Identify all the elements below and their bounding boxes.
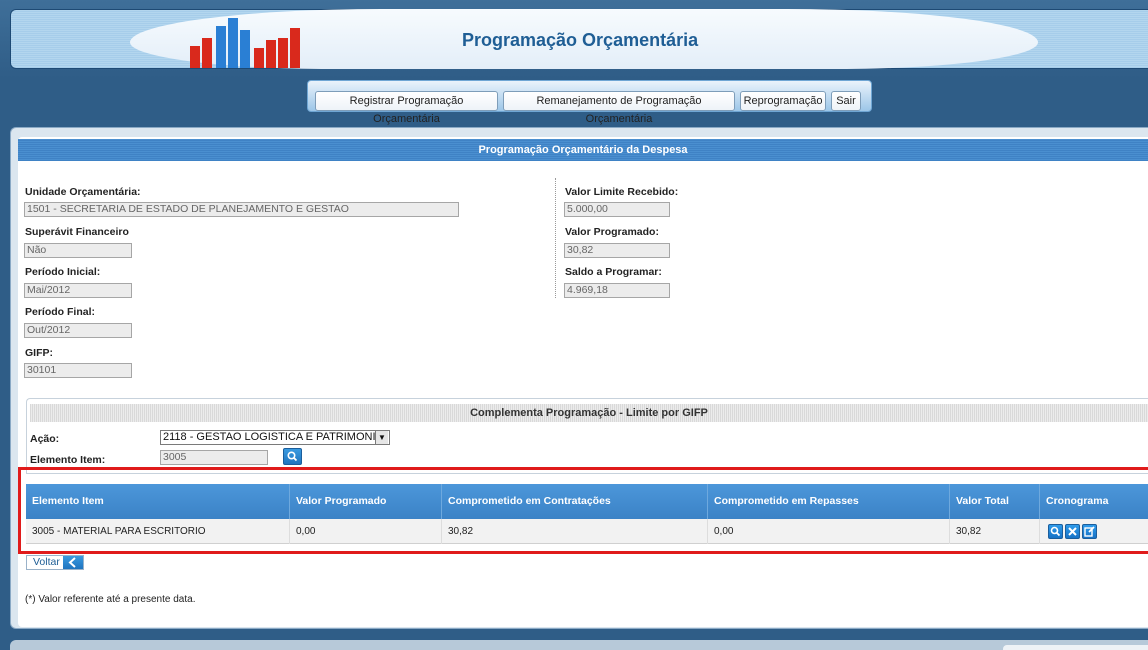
nav-reprogramacao-button[interactable]: Reprogramação: [740, 91, 826, 111]
chart-logo-icon: [190, 18, 300, 68]
periodo-final-field[interactable]: Out/2012: [24, 323, 132, 338]
nav-remanejamento-button[interactable]: Remanejamento de Programação Orçamentári…: [503, 91, 735, 125]
col-elemento: Elemento Item: [26, 484, 290, 519]
nav-sair-button[interactable]: Sair: [831, 91, 861, 111]
bottom-tab: [1003, 645, 1148, 650]
col-comp-contratacoes: Comprometido em Contratações: [442, 484, 708, 519]
gifp-field[interactable]: 30101: [24, 363, 132, 378]
chevron-left-icon: [63, 556, 83, 569]
cell-comp-contratacoes: 30,82: [442, 519, 708, 544]
col-comp-repasses: Comprometido em Repasses: [708, 484, 950, 519]
edit-cronograma-button[interactable]: [1082, 524, 1097, 539]
cell-elemento: 3005 - MATERIAL PARA ESCRITORIO: [26, 519, 290, 544]
limite-label: Valor Limite Recebido:: [565, 186, 679, 198]
search-icon: [1050, 526, 1061, 537]
elemento-search-button[interactable]: [283, 448, 302, 465]
superavit-label: Superávit Financeiro: [25, 226, 129, 238]
programado-label: Valor Programado:: [565, 226, 659, 238]
search-icon: [287, 451, 298, 462]
periodo-final-label: Período Final:: [25, 306, 96, 318]
col-cronograma: Cronograma: [1046, 495, 1109, 507]
limite-field[interactable]: 5.000,00: [564, 202, 670, 217]
unidade-label: Unidade Orçamentária:: [25, 186, 141, 198]
delete-cronograma-button[interactable]: [1065, 524, 1080, 539]
column-divider: [555, 178, 556, 298]
acao-select[interactable]: 2118 - GESTAO LOGISTICA E PATRIMONIA: [160, 430, 390, 445]
cell-comp-repasses: 0,00: [708, 519, 950, 544]
acao-label: Ação:: [30, 433, 60, 445]
view-cronograma-button[interactable]: [1048, 524, 1063, 539]
app-title: Programação Orçamentária: [462, 30, 699, 50]
bottom-band: [10, 640, 1148, 650]
footnote: (*) Valor referente até a presente data.: [25, 594, 196, 605]
superavit-field[interactable]: Não: [24, 243, 132, 258]
complement-title: Complementa Programação - Limite por GIF…: [30, 404, 1148, 422]
unidade-field[interactable]: 1501 - SECRETARIA DE ESTADO DE PLANEJAME…: [24, 202, 459, 217]
panel-title: Programação Orçamentário da Despesa: [18, 139, 1148, 161]
back-label: Voltar: [33, 556, 60, 568]
elemento-field[interactable]: 3005: [160, 450, 268, 465]
elemento-label: Elemento Item:: [30, 454, 106, 466]
gifp-label: GIFP:: [25, 347, 53, 359]
acao-select-value: 2118 - GESTAO LOGISTICA E PATRIMONIA: [163, 431, 383, 443]
saldo-field[interactable]: 4.969,18: [564, 283, 670, 298]
edit-icon: [1084, 526, 1095, 537]
cell-valor-programado: 0,00: [290, 519, 442, 544]
close-icon: [1068, 527, 1077, 536]
chevron-down-icon[interactable]: ▼: [375, 431, 388, 444]
col-valor-total: Valor Total: [950, 484, 1040, 519]
col-valor-programado: Valor Programado: [290, 484, 442, 519]
back-button[interactable]: Voltar: [26, 555, 84, 570]
periodo-inicial-label: Período Inicial:: [25, 266, 101, 278]
cell-valor-total: 30,82: [950, 519, 1040, 544]
nav-registrar-button[interactable]: Registrar Programação Orçamentária: [315, 91, 498, 125]
saldo-label: Saldo a Programar:: [565, 266, 662, 278]
programado-field[interactable]: 30,82: [564, 243, 670, 258]
periodo-inicial-field[interactable]: Mai/2012: [24, 283, 132, 298]
